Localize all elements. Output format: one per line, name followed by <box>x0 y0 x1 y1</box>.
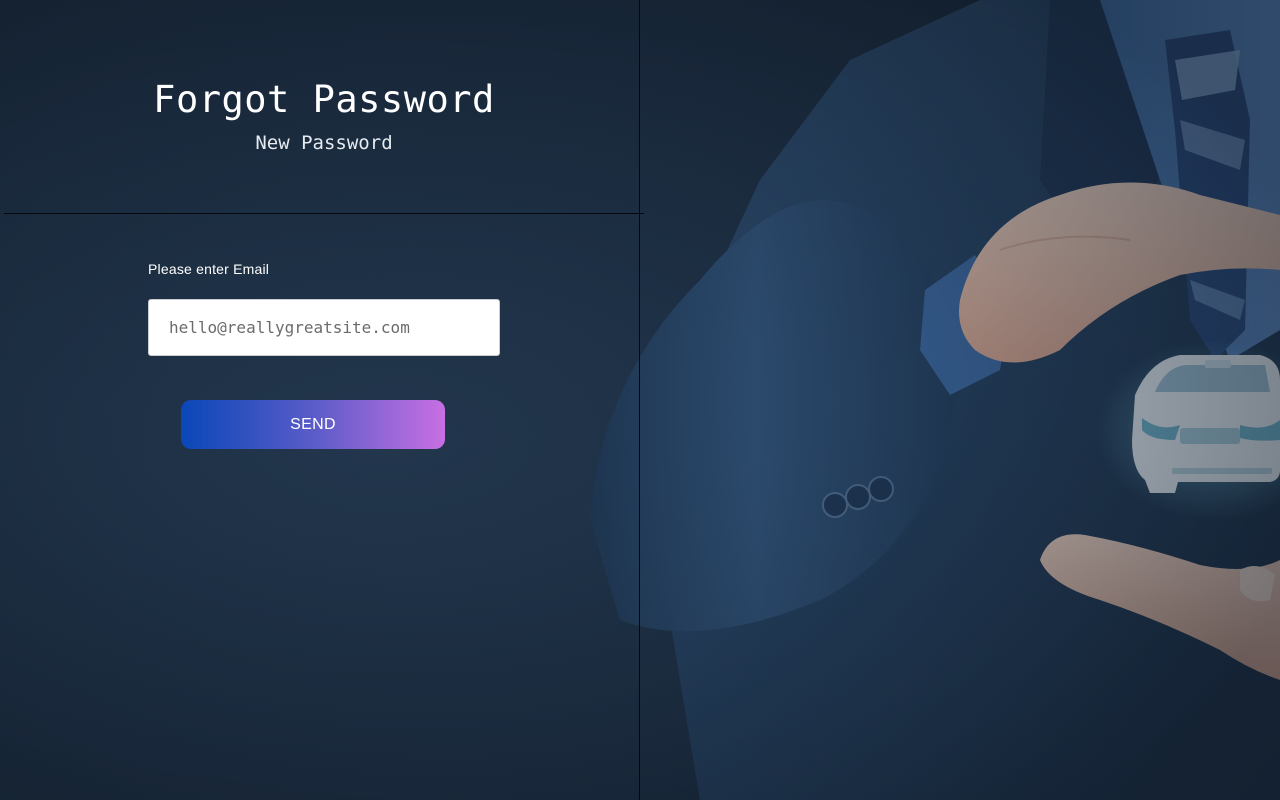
email-field[interactable] <box>148 299 500 356</box>
page-subtitle: New Password <box>255 132 393 154</box>
header-divider <box>4 213 644 214</box>
forgot-password-panel: Forgot Password New Password Please ente… <box>0 0 644 800</box>
panel-divider <box>639 0 640 800</box>
page-title: Forgot Password <box>153 78 495 121</box>
send-button[interactable]: SEND <box>181 400 445 449</box>
email-label: Please enter Email <box>148 261 270 277</box>
forgot-password-page: Forgot Password New Password Please ente… <box>0 0 1280 800</box>
